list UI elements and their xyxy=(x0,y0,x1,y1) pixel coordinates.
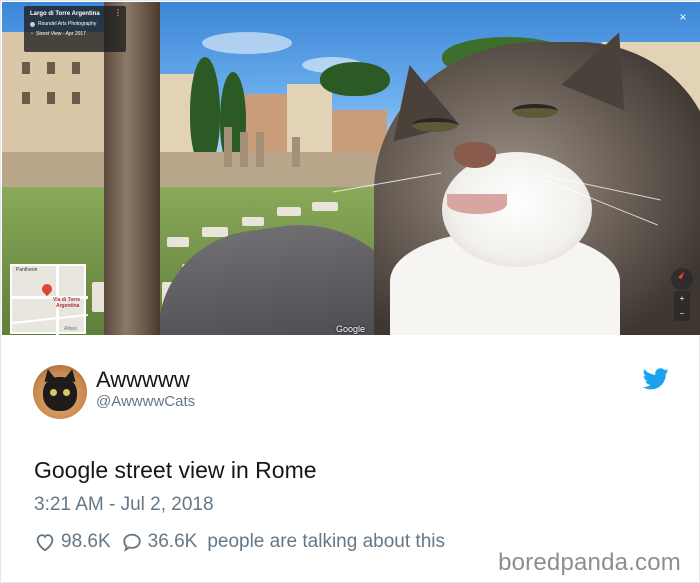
speech-bubble-icon[interactable] xyxy=(121,531,143,553)
building-window xyxy=(47,92,55,104)
like-count[interactable]: 98.6K xyxy=(61,531,111,553)
tweet-timestamp[interactable]: 3:21 AM - Jul 2, 2018 xyxy=(34,493,214,517)
capture-date[interactable]: Street View - Apr 2017 xyxy=(36,31,86,38)
more-icon[interactable]: ⋮ xyxy=(114,9,122,17)
building-window xyxy=(22,92,30,104)
tweet-actions: 98.6K 36.6K people are talking about thi… xyxy=(34,529,445,555)
heart-icon[interactable] xyxy=(34,531,56,553)
reply-count[interactable]: 36.6K xyxy=(148,531,198,553)
avatar-cat-ear xyxy=(41,367,57,383)
building-window xyxy=(72,92,80,104)
minimap-label-pantheon: Pantheon xyxy=(16,267,38,273)
avatar-cat xyxy=(43,377,77,411)
map-pin-icon xyxy=(39,281,55,297)
cloud xyxy=(202,32,292,54)
avatar-cat-ear xyxy=(63,367,79,383)
tweet-card: Largo di Torre Argentina Roundel Arts Ph… xyxy=(0,0,700,583)
column xyxy=(292,137,300,167)
twitter-bird-icon[interactable] xyxy=(643,368,669,390)
stone-block xyxy=(277,207,301,216)
avatar-cat-eye xyxy=(50,389,57,396)
column xyxy=(240,132,248,167)
photographer-name[interactable]: Roundel Arts Photography xyxy=(38,21,96,28)
avatar[interactable] xyxy=(33,365,87,419)
cypress-tree xyxy=(190,57,220,167)
building-window xyxy=(22,62,30,74)
street-view-image[interactable]: Largo di Torre Argentina Roundel Arts Ph… xyxy=(2,2,700,335)
stone-block xyxy=(202,227,228,237)
replies-suffix[interactable]: people are talking about this xyxy=(207,531,445,553)
stone-block xyxy=(312,202,338,211)
minimap-label-altare: Altare xyxy=(64,326,78,332)
display-name[interactable]: Awwwww xyxy=(96,367,190,393)
stone-block xyxy=(167,237,189,247)
building-window xyxy=(72,62,80,74)
google-logo: Google xyxy=(336,324,366,334)
compass-icon[interactable] xyxy=(671,268,693,290)
street-view-info-box[interactable]: Largo di Torre Argentina Roundel Arts Ph… xyxy=(24,6,126,52)
building-window xyxy=(47,62,55,74)
tweet-text: Google street view in Rome xyxy=(34,457,317,483)
minimap[interactable]: Pantheon Via di Torre Argentina Altare xyxy=(10,264,88,335)
cat-eye xyxy=(412,118,458,132)
building xyxy=(2,32,112,172)
stone-block xyxy=(242,217,264,226)
user-handle[interactable]: @AwwwwCats xyxy=(96,393,195,411)
building xyxy=(242,94,292,154)
column xyxy=(224,127,232,167)
clock-icon: ◔ xyxy=(30,31,34,37)
cat-nose xyxy=(454,142,496,168)
watermark: boredpanda.com xyxy=(498,549,681,576)
map-road xyxy=(12,314,88,324)
zoom-control[interactable]: + − xyxy=(674,291,690,321)
close-icon[interactable]: × xyxy=(676,10,690,24)
cat-mouth xyxy=(447,194,507,214)
column xyxy=(256,132,264,167)
zoom-out-button[interactable]: − xyxy=(674,306,690,321)
location-title: Largo di Torre Argentina xyxy=(30,11,100,17)
zoom-in-button[interactable]: + xyxy=(674,291,690,306)
photographer-avatar xyxy=(30,22,35,27)
cat-eye xyxy=(512,104,558,118)
avatar-cat-eye xyxy=(63,389,70,396)
minimap-label-street-2: Argentina xyxy=(56,303,80,309)
